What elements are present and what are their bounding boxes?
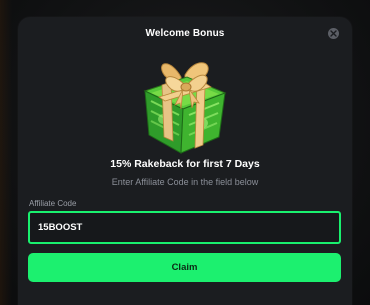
close-icon bbox=[330, 30, 337, 37]
welcome-bonus-modal: Welcome Bonus 15% Rakeback for first 7 D… bbox=[18, 17, 352, 305]
rakeback-headline: 15% Rakeback for first 7 Days bbox=[110, 158, 260, 170]
affiliate-code-label: Affiliate Code bbox=[29, 199, 77, 208]
gift-box-icon bbox=[129, 55, 237, 159]
close-button[interactable] bbox=[328, 28, 339, 39]
affiliate-code-input[interactable] bbox=[28, 211, 341, 244]
modal-title: Welcome Bonus bbox=[145, 28, 225, 39]
backdrop-edge bbox=[0, 0, 12, 305]
instruction-text: Enter Affiliate Code in the field below bbox=[111, 177, 259, 187]
claim-button[interactable]: Claim bbox=[28, 253, 341, 282]
